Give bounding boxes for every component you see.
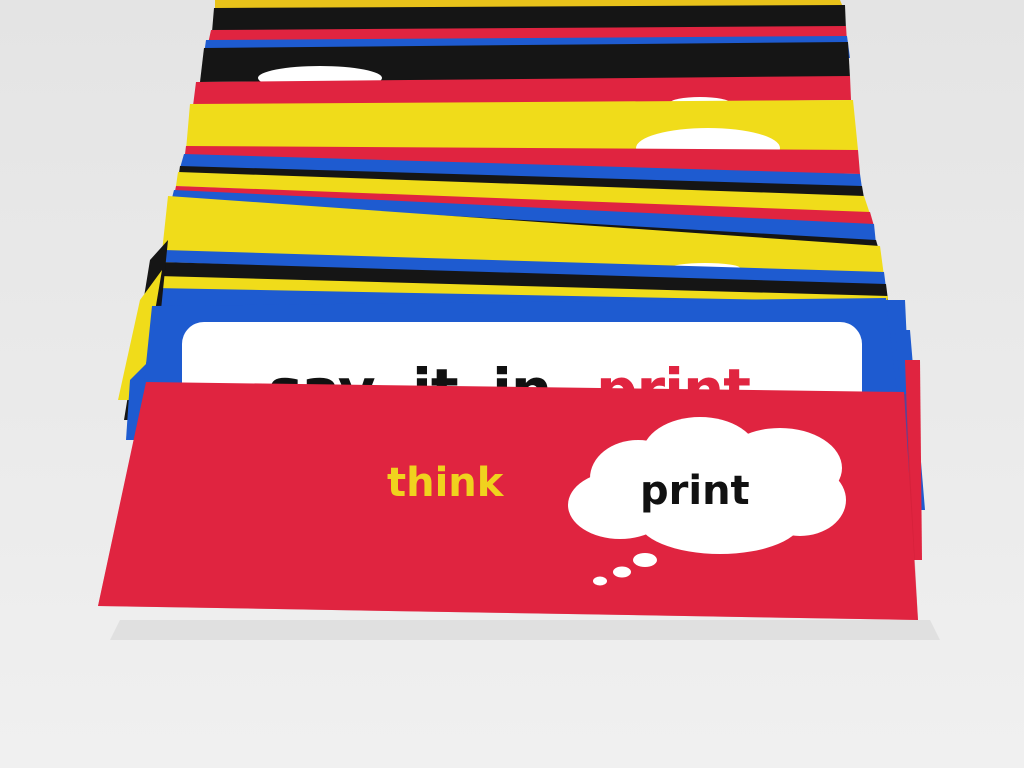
stack-of-printed-cards-photo: say it in print think p [0, 0, 1024, 768]
front-print-word: print [640, 468, 750, 514]
stack-shadow [110, 620, 940, 640]
front-card: think print [98, 382, 918, 620]
photo-scene: say it in print think p [0, 0, 1024, 768]
think-word: think [387, 460, 505, 506]
